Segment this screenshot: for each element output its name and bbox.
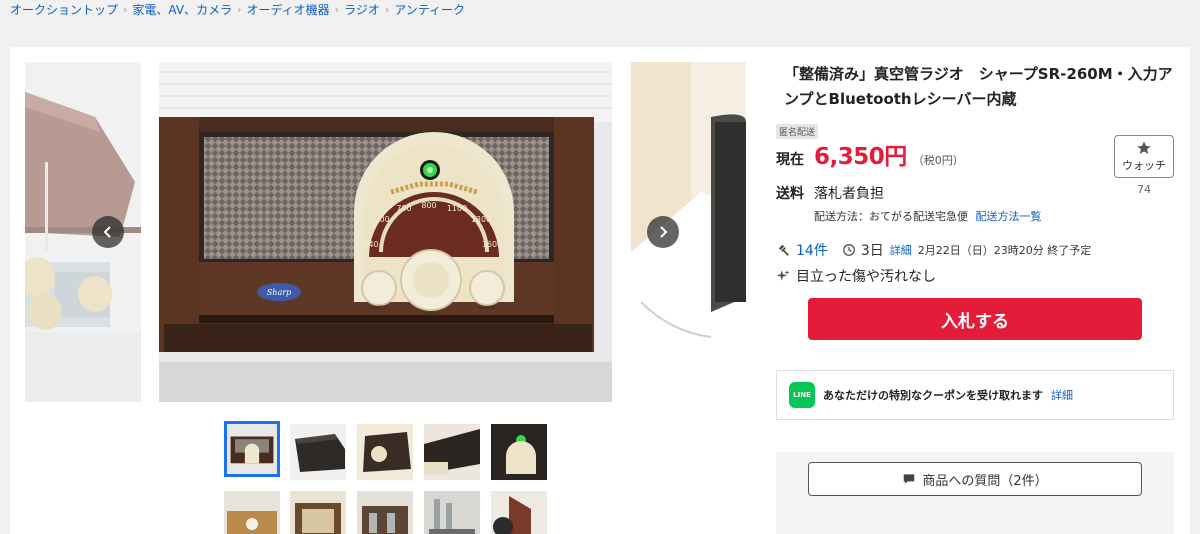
ask-question-button[interactable]: 商品への質問（2件） — [808, 462, 1142, 496]
condition-row: 目立った傷や汚れなし — [776, 266, 936, 286]
bid-count[interactable]: 14件 — [796, 240, 828, 260]
breadcrumb-separator: › — [237, 2, 242, 16]
dial-number: 1300 — [471, 215, 491, 224]
breadcrumb-item-radio[interactable]: ラジオ — [344, 1, 380, 18]
dial-number: 1600 — [482, 240, 502, 249]
knob-label: TUNING — [422, 312, 439, 317]
shipping-methods-link[interactable]: 配送方法一覧 — [976, 210, 1042, 223]
watch-count: 74 — [1137, 183, 1151, 196]
gavel-icon — [778, 244, 789, 256]
breadcrumb-separator: › — [384, 2, 390, 16]
sparkle-icon — [776, 270, 790, 281]
time-detail-link[interactable]: 詳細 — [890, 242, 912, 258]
breadcrumb-item-audio[interactable]: オーディオ機器 — [246, 1, 329, 18]
shipping-row: 送料 落札者負担 — [776, 183, 884, 203]
item-condition: 目立った傷や汚れなし — [796, 269, 936, 285]
price-row: 現在 6,350円 （税0円） — [776, 137, 964, 171]
thumbnail[interactable] — [491, 424, 547, 480]
chevron-right-icon — [660, 226, 668, 238]
thumbnail[interactable] — [290, 424, 346, 480]
auction-meta-row: 14件 3日 詳細 2月22日（日）23時20分 終了予定 — [776, 240, 1091, 260]
item-title: 「整備済み」真空管ラジオ シャープSR-260M・入力アンプとBluetooth… — [784, 65, 1173, 108]
star-icon — [1137, 141, 1151, 154]
dial-number: 540 — [363, 240, 378, 249]
breadcrumb: オークショントップ › 家電、AV、カメラ › オーディオ機器 › ラジオ › … — [10, 1, 465, 17]
shipping-value: 落札者負担 — [814, 186, 884, 202]
dial-number: 800 — [421, 201, 436, 210]
line-coupon-banner[interactable]: LINE あなただけの特別なクーポンを受け取れます 詳細 — [776, 370, 1174, 420]
line-logo-icon: LINE — [789, 382, 815, 408]
breadcrumb-item-auction-top[interactable]: オークショントップ — [10, 1, 118, 18]
end-time: 2月22日（日）23時20分 終了予定 — [917, 244, 1092, 257]
knob-label: SWITCH — [371, 305, 387, 310]
coupon-text: あなただけの特別なクーポンを受け取れます — [823, 389, 1043, 402]
question-section: 商品への質問（2件） — [776, 452, 1174, 534]
speech-bubble-icon — [904, 474, 915, 484]
current-price: 6,350円 — [814, 144, 907, 170]
price-label: 現在 — [776, 152, 804, 168]
bid-button[interactable]: 入札する — [808, 298, 1142, 340]
dial-number: 700 — [396, 204, 411, 213]
image-gallery: Sharp 540 600 700 800 1100 1300 1600 TUN… — [25, 62, 746, 402]
shipping-method: 配送方法：おてがる配送宅急便 — [814, 210, 968, 223]
ask-question-label: 商品への質問（2件） — [922, 473, 1048, 489]
main-product-photo[interactable]: Sharp 540 600 700 800 1100 1300 1600 TUN… — [159, 62, 612, 402]
next-image-button[interactable] — [647, 216, 679, 248]
previous-image-button[interactable] — [92, 216, 124, 248]
breadcrumb-separator: › — [123, 2, 128, 16]
thumbnail[interactable] — [357, 424, 413, 480]
tax-amount: （税0円） — [912, 154, 964, 167]
thumbnail[interactable] — [424, 491, 480, 534]
thumbnail[interactable] — [424, 424, 480, 480]
clock-icon — [842, 244, 855, 256]
shipping-label: 送料 — [776, 186, 804, 202]
watch-button[interactable]: ウォッチ — [1114, 135, 1174, 178]
radio-brand-label: Sharp — [267, 288, 291, 297]
thumbnail[interactable] — [290, 491, 346, 534]
item-details: 「整備済み」真空管ラジオ シャープSR-260M・入力アンプとBluetooth… — [776, 62, 1176, 534]
breadcrumb-item-electronics[interactable]: 家電、AV、カメラ — [132, 1, 232, 18]
chevron-left-icon — [103, 226, 111, 238]
item-main-panel: Sharp 540 600 700 800 1100 1300 1600 TUN… — [10, 47, 1190, 534]
dial-number: 1100 — [447, 204, 467, 213]
thumbnail[interactable] — [224, 421, 280, 477]
shipping-method-row: 配送方法：おてがる配送宅急便 配送方法一覧 — [814, 208, 1042, 224]
breadcrumb-item-antique[interactable]: アンティーク — [394, 1, 465, 18]
dial-number: 600 — [374, 215, 389, 224]
thumbnail[interactable] — [357, 491, 413, 534]
coupon-detail-link[interactable]: 詳細 — [1051, 387, 1073, 403]
time-remaining: 3日 — [860, 243, 884, 259]
thumbnail[interactable] — [224, 491, 280, 534]
breadcrumb-separator: › — [334, 2, 340, 16]
knob-label: VOLUME — [479, 305, 496, 310]
watch-label: ウォッチ — [1122, 159, 1166, 172]
thumbnail[interactable] — [491, 491, 547, 534]
